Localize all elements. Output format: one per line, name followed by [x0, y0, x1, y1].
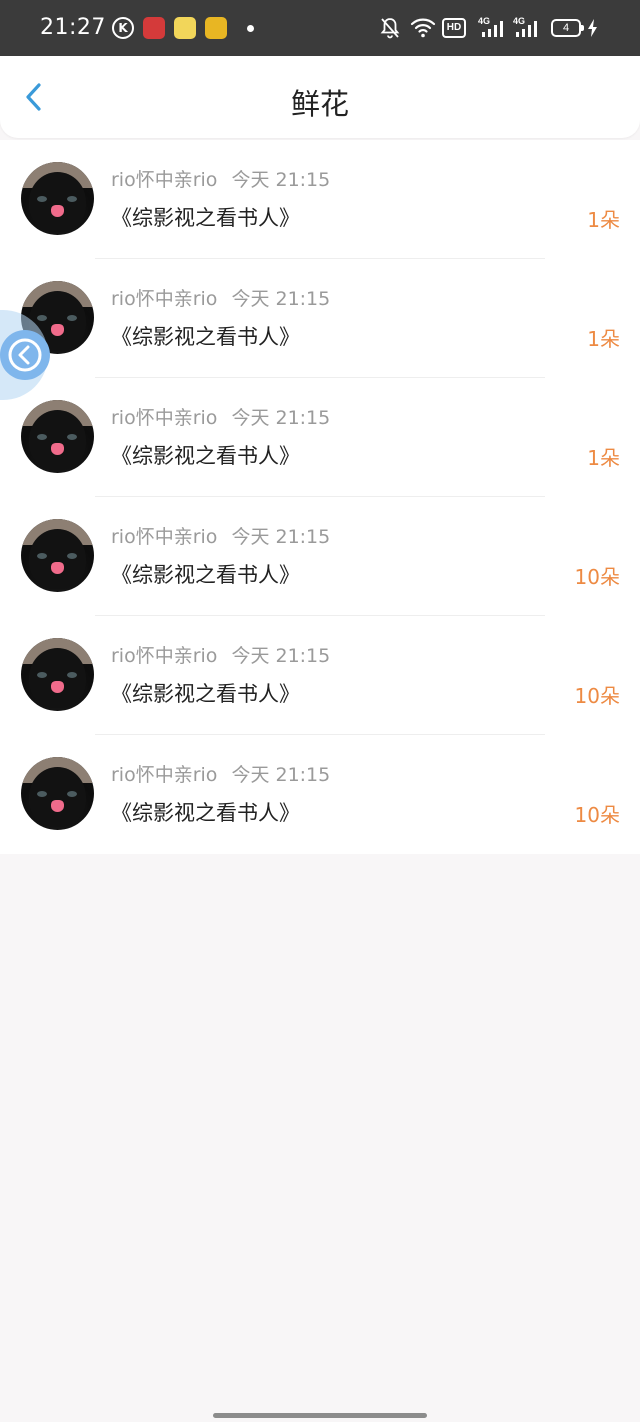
page-title: 鲜花: [290, 87, 349, 121]
username[interactable]: rio怀中亲rio: [111, 288, 217, 310]
flower-count: 10朵: [574, 803, 620, 827]
list-item[interactable]: rio怀中亲rio 今天 21:15 《综影视之看书人》 1朵: [0, 259, 640, 378]
item-meta: rio怀中亲rio 今天 21:15: [111, 644, 330, 668]
battery-icon: 4: [551, 19, 584, 37]
weibo-notification-icon: [205, 17, 227, 39]
signal-icon: [516, 21, 537, 37]
avatar[interactable]: [21, 638, 94, 711]
timestamp: 今天 21:15: [231, 407, 331, 429]
avatar[interactable]: [21, 519, 94, 592]
timestamp: 今天 21:15: [231, 288, 331, 310]
timestamp: 今天 21:15: [231, 526, 331, 548]
item-meta: rio怀中亲rio 今天 21:15: [111, 525, 330, 549]
timestamp: 今天 21:15: [231, 169, 331, 191]
book-title: 《综影视之看书人》: [111, 325, 300, 349]
avatar[interactable]: [21, 400, 94, 473]
list-item[interactable]: rio怀中亲rio 今天 21:15 《综影视之看书人》 10朵: [0, 497, 640, 616]
timestamp: 今天 21:15: [231, 764, 331, 786]
status-time: 21:27: [40, 15, 106, 40]
timestamp: 今天 21:15: [231, 645, 331, 667]
avatar[interactable]: [21, 757, 94, 830]
item-meta: rio怀中亲rio 今天 21:15: [111, 763, 330, 787]
item-meta: rio怀中亲rio 今天 21:15: [111, 406, 330, 430]
flower-count: 1朵: [587, 208, 620, 232]
book-title: 《综影视之看书人》: [111, 206, 300, 230]
signal-icon: [482, 21, 503, 37]
book-title: 《综影视之看书人》: [111, 444, 300, 468]
flower-count: 10朵: [574, 565, 620, 589]
list-item[interactable]: rio怀中亲rio 今天 21:15 《综影视之看书人》 1朵: [0, 140, 640, 259]
more-notifications-dot: [247, 25, 254, 32]
item-meta: rio怀中亲rio 今天 21:15: [111, 287, 330, 311]
hd-voice-icon: HD: [442, 18, 466, 38]
status-bar: 21:27 K HD 4G 4G 4: [0, 0, 640, 56]
book-title: 《综影视之看书人》: [111, 801, 300, 825]
username[interactable]: rio怀中亲rio: [111, 526, 217, 548]
k-app-icon: K: [112, 17, 134, 39]
item-meta: rio怀中亲rio 今天 21:15: [111, 168, 330, 192]
header: 鲜花: [0, 56, 640, 138]
flower-list: rio怀中亲rio 今天 21:15 《综影视之看书人》 1朵 rio怀中亲rio…: [0, 140, 640, 854]
username[interactable]: rio怀中亲rio: [111, 407, 217, 429]
list-item[interactable]: rio怀中亲rio 今天 21:15 《综影视之看书人》 10朵: [0, 616, 640, 735]
book-title: 《综影视之看书人》: [111, 682, 300, 706]
list-item[interactable]: rio怀中亲rio 今天 21:15 《综影视之看书人》 10朵: [0, 735, 640, 854]
chevron-left-circle-icon: [0, 330, 50, 380]
avatar[interactable]: [21, 162, 94, 235]
wifi-icon: [410, 18, 436, 38]
username[interactable]: rio怀中亲rio: [111, 169, 217, 191]
mute-bell-icon: [380, 18, 400, 39]
flower-count: 1朵: [587, 446, 620, 470]
flower-count: 10朵: [574, 684, 620, 708]
app-notification-icon: [143, 17, 165, 39]
home-indicator[interactable]: [213, 1413, 427, 1418]
username[interactable]: rio怀中亲rio: [111, 764, 217, 786]
app-notification-icon: [174, 17, 196, 39]
flower-count: 1朵: [587, 327, 620, 351]
list-item[interactable]: rio怀中亲rio 今天 21:15 《综影视之看书人》 1朵: [0, 378, 640, 497]
charging-icon: [588, 19, 597, 37]
username[interactable]: rio怀中亲rio: [111, 645, 217, 667]
book-title: 《综影视之看书人》: [111, 563, 300, 587]
